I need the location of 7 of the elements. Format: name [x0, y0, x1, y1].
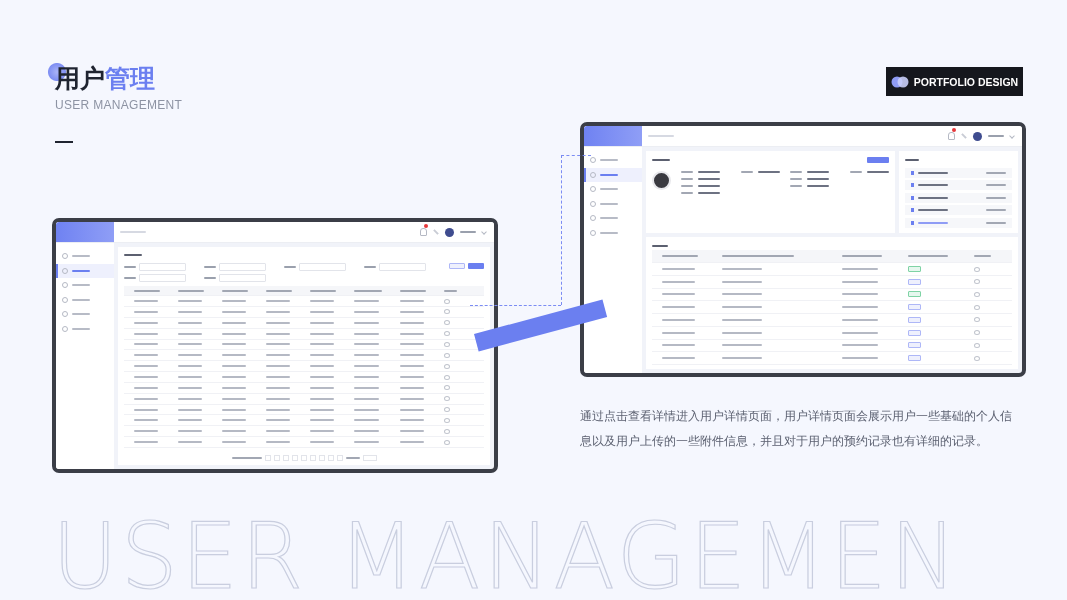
- page-title: 管理: [105, 63, 155, 93]
- dash-rule: [55, 141, 73, 143]
- page-subtitle: USER MANAGEMENT: [55, 98, 183, 112]
- portfolio-badge: PORTFOLIO DESIGN: [886, 67, 1023, 96]
- page-title: 用户: [48, 63, 105, 93]
- two-circles-icon: [890, 75, 909, 88]
- description-text: 通过点击查看详情进入用户详情页面，用户详情页面会展示用户一些基础的个人信息以及用户上传的一些附件信息，并且对于用户的预约记录也有详细的记录。: [580, 408, 1013, 450]
